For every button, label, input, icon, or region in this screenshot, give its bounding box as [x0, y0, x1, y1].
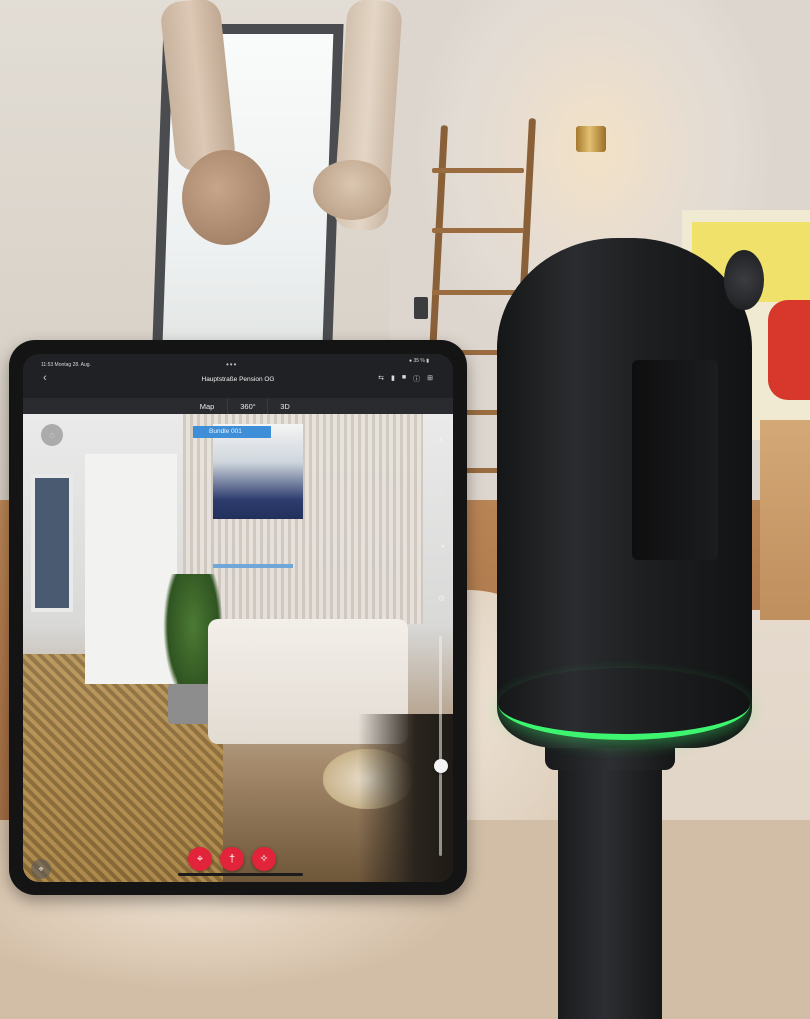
point-cloud-viewport[interactable]: Bundle 001 ◌ ▲ ○ ▾ ⚙ ⌖ ⌖ † ✧ [23, 414, 453, 882]
nav-bar: ‹ ••• Hauptstraße Pension OG ⇆ ▮ ■ ⓘ ⊞ [23, 360, 453, 398]
battery-icon[interactable]: ▮ [391, 374, 395, 384]
pin-button[interactable]: † [220, 847, 244, 871]
scanner-stand [558, 740, 662, 1019]
wall-lamp [576, 126, 606, 152]
toolbar: ⇆ ▮ ■ ⓘ ⊞ [378, 374, 433, 384]
info-icon[interactable]: ⓘ [413, 374, 420, 384]
pc-window [31, 474, 73, 612]
status-time: 11:53 Montag 28. Aug. [41, 362, 91, 368]
home-indicator [178, 873, 303, 876]
scanner-icon[interactable]: ■ [402, 374, 406, 384]
scanner-status-ring [498, 668, 750, 740]
pc-plant-pot [168, 684, 210, 724]
bundle-label[interactable]: Bundle 001 [193, 426, 271, 438]
locate-icon[interactable]: ⌖ [31, 859, 51, 879]
pc-shelf [213, 564, 293, 568]
measure-icon[interactable]: ▾ [441, 542, 445, 551]
tab-map[interactable]: Map [187, 399, 227, 414]
scanner-window [632, 360, 718, 560]
chat-icon[interactable]: ◌ [41, 424, 63, 446]
ladder-rung [432, 168, 524, 173]
layers-icon[interactable]: ▲ [437, 434, 445, 443]
view-tabs: Map 360° 3D [23, 398, 453, 416]
point-size-slider-track[interactable] [439, 636, 442, 856]
curtain-knot-left [182, 150, 270, 245]
ladder-rung [432, 290, 524, 295]
target-button[interactable]: ⌖ [188, 847, 212, 871]
scanner-sensor [724, 250, 764, 310]
filter-icon[interactable]: ○ [440, 489, 445, 498]
status-battery: ● 35 % ▮ [409, 358, 429, 364]
swap-icon[interactable]: ⇆ [378, 374, 384, 384]
scan-button[interactable]: ✧ [252, 847, 276, 871]
more-icon[interactable]: ••• [226, 360, 237, 369]
tab-360[interactable]: 360° [227, 399, 268, 414]
tablet: 11:53 Montag 28. Aug. ● 35 % ▮ ‹ ••• Hau… [9, 340, 467, 895]
layout-icon[interactable]: ⊞ [427, 374, 433, 384]
status-bar: 11:53 Montag 28. Aug. ● 35 % ▮ [23, 354, 453, 370]
settings-icon[interactable]: ⚙ [438, 594, 445, 603]
wooden-cabinet [760, 420, 810, 620]
action-buttons: ⌖ † ✧ [188, 847, 276, 871]
ladder-rung [432, 228, 524, 233]
photo-scene: 11:53 Montag 28. Aug. ● 35 % ▮ ‹ ••• Hau… [0, 0, 810, 1019]
point-size-slider-thumb[interactable] [434, 759, 448, 773]
curtain-knot-right [313, 160, 391, 220]
light-switch [414, 297, 428, 319]
tablet-screen: 11:53 Montag 28. Aug. ● 35 % ▮ ‹ ••• Hau… [23, 354, 453, 882]
wall-art-red [768, 300, 810, 400]
pc-painting [213, 424, 303, 519]
